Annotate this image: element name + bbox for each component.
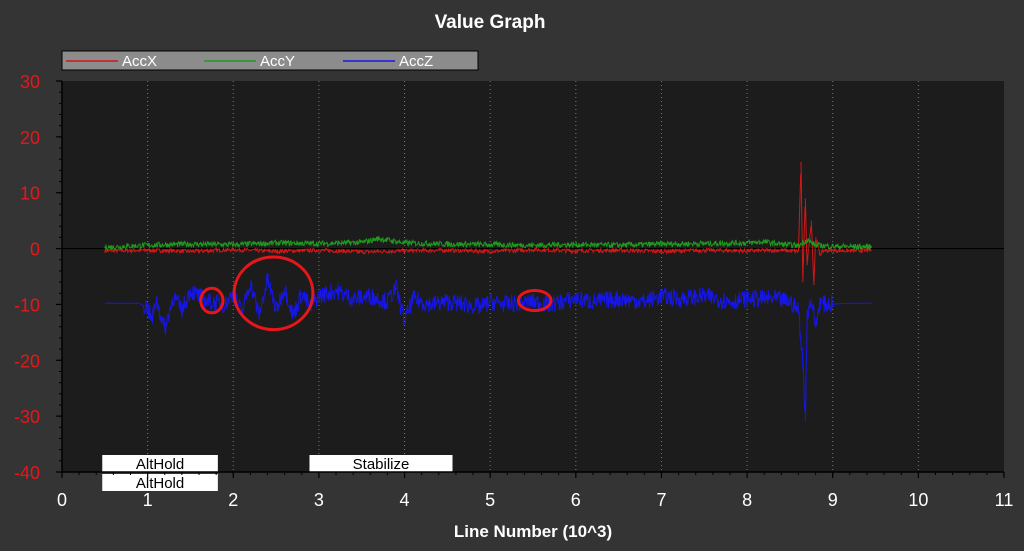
- y-tick-label-6: -30: [14, 407, 40, 427]
- x-tick-label-4: 4: [400, 490, 410, 510]
- y-tick-label-7: -40: [14, 463, 40, 483]
- x-axis-label: Line Number (10^3): [454, 522, 612, 541]
- legend-label: AccX: [122, 53, 157, 70]
- y-tick-label-4: -10: [14, 295, 40, 315]
- x-tick-label-7: 7: [656, 490, 666, 510]
- flight-mode-label: Stabilize: [353, 456, 410, 473]
- y-tick-label-5: -20: [14, 351, 40, 371]
- plot-area: [62, 81, 1004, 472]
- flight-mode-2: Stabilize: [309, 455, 453, 473]
- x-tick-label-3: 3: [314, 490, 324, 510]
- flight-mode-0: AltHold: [102, 455, 218, 473]
- value-graph-chart: Value Graph AltHoldAltHoldStabilize 3020…: [0, 0, 1024, 551]
- y-tick-label-0: 30: [20, 72, 40, 92]
- legend-label: AccZ: [399, 53, 433, 70]
- legend-label: AccY: [260, 53, 295, 70]
- x-tick-label-5: 5: [485, 490, 495, 510]
- x-tick-label-1: 1: [143, 490, 153, 510]
- flight-mode-1: AltHold: [102, 474, 218, 492]
- x-tick-label-8: 8: [742, 490, 752, 510]
- x-tick-label-9: 9: [828, 490, 838, 510]
- y-tick-label-2: 10: [20, 184, 40, 204]
- chart-title: Value Graph: [435, 12, 546, 33]
- y-tick-label-3: 0: [30, 240, 40, 260]
- x-tick-label-10: 10: [908, 490, 928, 510]
- legend: AccX AccY AccZ: [61, 50, 479, 71]
- x-tick-label-11: 11: [995, 490, 1014, 510]
- x-tick-label-6: 6: [571, 490, 581, 510]
- y-tick-label-1: 20: [20, 128, 40, 148]
- x-tick-label-2: 2: [228, 490, 238, 510]
- x-tick-label-0: 0: [57, 490, 67, 510]
- value-graph-window: Value Graph AltHold AltHold Stabilize 30 20…: [0, 0, 1024, 551]
- flight-mode-label: AltHold: [136, 456, 184, 473]
